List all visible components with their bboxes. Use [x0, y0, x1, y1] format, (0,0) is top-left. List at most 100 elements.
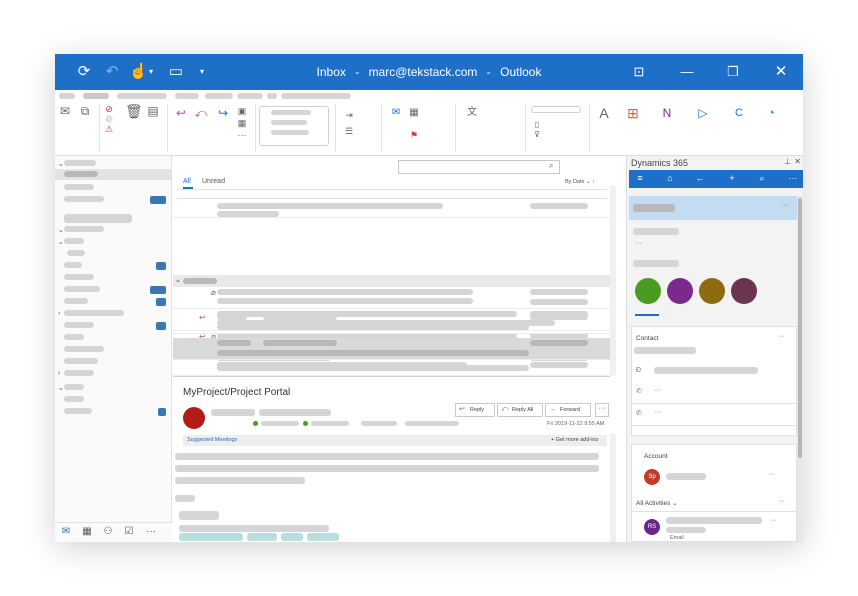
- column-header[interactable]: [177, 189, 607, 199]
- sender-name[interactable]: [211, 409, 255, 416]
- menu-icon[interactable]: ≡: [633, 173, 647, 183]
- message-list-scrollbar[interactable]: [610, 186, 616, 376]
- contact-email[interactable]: [654, 367, 758, 374]
- chevron-down-icon[interactable]: ⌄: [58, 384, 64, 392]
- translate-icon[interactable]: 文: [465, 106, 479, 120]
- table-row[interactable]: ↩: [173, 312, 610, 334]
- group-header[interactable]: ⌄: [173, 275, 610, 287]
- table-row-selected[interactable]: [173, 338, 610, 360]
- reply-icon[interactable]: ↩: [173, 106, 189, 120]
- quick-step-item[interactable]: [271, 130, 309, 135]
- tell-me-box[interactable]: [281, 93, 351, 99]
- more-respond-icon[interactable]: ⋯: [235, 128, 249, 142]
- color-circle-3[interactable]: [699, 278, 725, 304]
- folder-item[interactable]: [67, 250, 85, 256]
- record-header-selected[interactable]: ···: [629, 196, 799, 220]
- favorites-header[interactable]: [64, 160, 96, 166]
- search-icon[interactable]: ⌕: [549, 161, 553, 171]
- color-circle-1[interactable]: [635, 278, 661, 304]
- close-icon[interactable]: ✕: [794, 157, 801, 166]
- quick-step-item[interactable]: [271, 120, 307, 125]
- add-icon[interactable]: +: [725, 173, 739, 183]
- read-aloud-icon[interactable]: A: [595, 106, 613, 120]
- more-actions-button[interactable]: ···: [595, 403, 609, 417]
- search-people-box[interactable]: [531, 106, 581, 113]
- pin-icon[interactable]: ⊥: [784, 157, 791, 166]
- activity-avatar[interactable]: RS: [644, 519, 660, 535]
- filter-email-icon[interactable]: ⊽: [531, 128, 543, 142]
- folder-item[interactable]: [64, 408, 92, 414]
- reply-all-button[interactable]: ⤺ Reply All: [497, 403, 543, 417]
- folder-item[interactable]: [64, 334, 84, 340]
- chevron-right-icon[interactable]: ›: [58, 310, 60, 317]
- activity-title[interactable]: [666, 517, 762, 524]
- color-circle-2[interactable]: [667, 278, 693, 304]
- search-input[interactable]: ⌕: [398, 160, 560, 174]
- tell-me-icon[interactable]: [267, 93, 277, 99]
- more-options-icon[interactable]: ···: [781, 202, 788, 209]
- new-email-icon[interactable]: ✉: [57, 104, 73, 118]
- maximize-icon[interactable]: ❐: [723, 62, 743, 82]
- folder-item[interactable]: [64, 384, 84, 390]
- more-options-icon[interactable]: ···: [778, 333, 785, 340]
- quick-step-item[interactable]: [271, 110, 311, 115]
- chevron-right-icon[interactable]: ›: [58, 370, 60, 377]
- chevron-down-icon[interactable]: ⌄: [175, 276, 181, 284]
- account-header[interactable]: [64, 214, 132, 223]
- folder-item[interactable]: [64, 238, 84, 244]
- forward-icon[interactable]: ↪: [215, 106, 231, 120]
- folder-item[interactable]: [64, 262, 82, 268]
- folder-item[interactable]: [64, 298, 88, 304]
- reply-button[interactable]: ↩ Reply: [455, 403, 495, 417]
- follow-up-flag-icon[interactable]: ⚑: [407, 128, 421, 142]
- rules-icon[interactable]: ☰: [343, 124, 355, 138]
- folder-item[interactable]: [64, 310, 124, 316]
- search-icon[interactable]: ⌕: [755, 173, 769, 184]
- account-avatar[interactable]: Sp: [644, 469, 660, 485]
- forward-button[interactable]: → Forward: [545, 403, 591, 417]
- new-items-icon[interactable]: ⧉: [77, 104, 93, 118]
- calendar-icon[interactable]: ▦: [81, 526, 93, 537]
- ribbon-tab-active[interactable]: [83, 93, 109, 99]
- more-options-icon[interactable]: ···: [768, 471, 775, 478]
- insights-icon[interactable]: ◔: [763, 106, 779, 120]
- categorize-icon[interactable]: ▦: [407, 106, 421, 120]
- more-options-icon[interactable]: ···: [770, 517, 777, 524]
- folder-item[interactable]: [64, 358, 98, 364]
- reply-all-icon[interactable]: ⤺: [193, 106, 209, 120]
- tab-unread[interactable]: Unread: [202, 178, 225, 185]
- sender-avatar[interactable]: [183, 407, 205, 429]
- folder-item[interactable]: [64, 346, 104, 352]
- home-icon[interactable]: ⌂: [663, 173, 677, 183]
- sort-dropdown[interactable]: By Date ⌄ ↑: [565, 179, 595, 185]
- archive-icon[interactable]: ▤: [145, 104, 161, 118]
- more-options-icon[interactable]: ···: [778, 498, 785, 505]
- minimize-icon[interactable]: —: [677, 62, 697, 82]
- chevron-down-icon[interactable]: ⌄: [58, 160, 64, 168]
- dynamics-scroll-thumb[interactable]: [798, 198, 802, 458]
- folder-item[interactable]: [64, 196, 104, 202]
- back-icon[interactable]: ←: [693, 173, 707, 183]
- more-icon[interactable]: ···: [786, 173, 800, 183]
- ribbon-tab[interactable]: [59, 93, 75, 99]
- color-circle-4[interactable]: [731, 278, 757, 304]
- recipient[interactable]: [261, 421, 299, 426]
- move-icon[interactable]: ⇥: [343, 108, 355, 122]
- mail-icon[interactable]: ✉: [60, 526, 72, 537]
- people-icon[interactable]: ⚇: [102, 526, 114, 537]
- junk-icon[interactable]: ⚠: [103, 122, 115, 136]
- table-row[interactable]: ⌀: [173, 287, 610, 309]
- dynamics-icon[interactable]: ▷: [695, 106, 711, 120]
- folder-item[interactable]: [64, 274, 94, 280]
- folder-item[interactable]: [64, 286, 100, 292]
- add-ins-icon[interactable]: ⊞: [625, 106, 641, 120]
- activities-dropdown[interactable]: All Activities ⌄: [636, 499, 678, 507]
- chevron-down-icon[interactable]: ⌄: [58, 238, 64, 246]
- folder-item[interactable]: [64, 184, 94, 190]
- ribbon-tab[interactable]: [205, 93, 233, 99]
- unread-read-icon[interactable]: ✉: [389, 106, 403, 120]
- delete-icon[interactable]: 🗑: [125, 104, 143, 118]
- table-row[interactable]: [173, 200, 610, 218]
- restore-ribbon-icon[interactable]: ⊡: [629, 62, 649, 82]
- folder-item[interactable]: [64, 396, 84, 402]
